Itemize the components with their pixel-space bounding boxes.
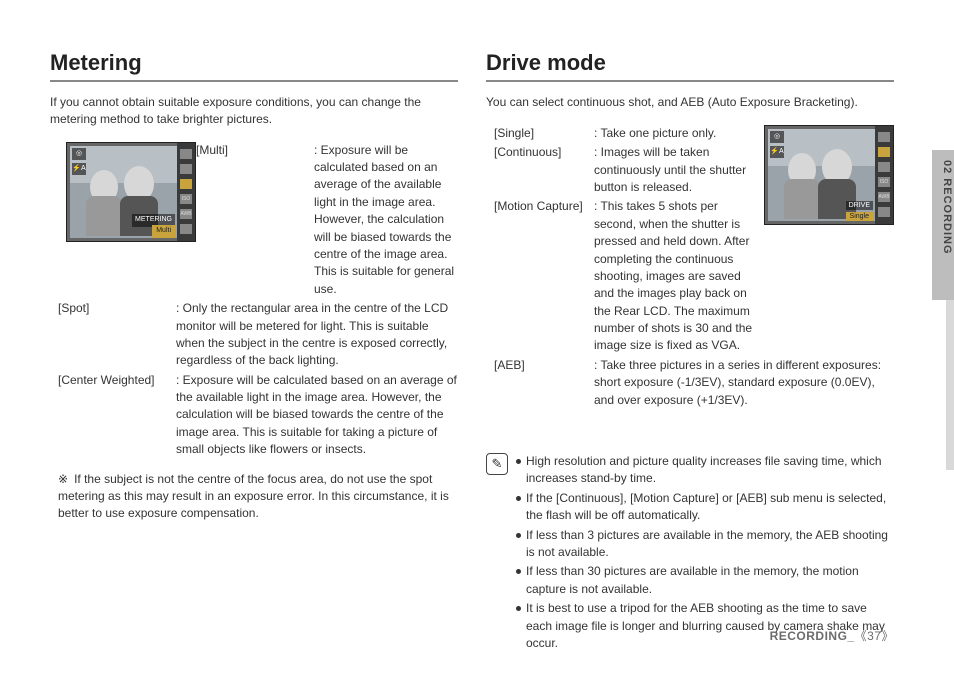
side-icon [878, 162, 890, 172]
side-icon: ISO [878, 177, 890, 187]
tip-item: High resolution and picture quality incr… [516, 453, 894, 488]
side-icon [878, 207, 890, 217]
camera-preview-drive: ◎ ⚡A ISO AWB DRIVE Single [764, 125, 894, 225]
desc: : Exposure will be calculated based on a… [314, 142, 458, 299]
note-text: If the subject is not the centre of the … [58, 472, 449, 521]
def-single: [Single] : Take one picture only. [494, 125, 756, 142]
tip-item: If the [Continuous], [Motion Capture] or… [516, 490, 894, 525]
tip-item: If less than 30 pictures are available i… [516, 563, 894, 598]
side-icon-highlight [878, 147, 890, 157]
drive-mode-section: Drive mode You can select continuous sho… [486, 50, 894, 654]
side-icon [878, 132, 890, 142]
footer-section: RECORDING_ [770, 629, 855, 643]
term: [Spot] [58, 300, 176, 370]
camera-icon: ◎ [72, 148, 86, 160]
desc: : Only the rectangular area in the centr… [176, 300, 458, 370]
tips-block: ✎ High resolution and picture quality in… [486, 453, 894, 654]
def-motion-capture: [Motion Capture] : This takes 5 shots pe… [494, 198, 756, 355]
desc: : Take three pictures in a series in dif… [594, 357, 894, 409]
desc: : This takes 5 shots per second, when th… [594, 198, 756, 355]
def-multi: ◎⚡A ISO AWB METERING Multi [Multi] : Exp… [58, 142, 458, 299]
flash-auto-icon: ⚡A [72, 163, 86, 175]
section-tab-label: 02 RECORDING [941, 160, 953, 255]
flash-auto-icon: ⚡A [770, 146, 784, 158]
side-icon: AWB [180, 209, 192, 219]
def-aeb: [AEB] : Take three pictures in a series … [494, 357, 894, 409]
side-icon [180, 224, 192, 234]
metering-section: Metering If you cannot obtain suitable e… [50, 50, 458, 654]
camera-menu-value: Multi [152, 225, 175, 237]
side-icon [180, 149, 192, 159]
term: [Continuous] [494, 144, 594, 196]
camera-preview-metering: ◎⚡A ISO AWB METERING Multi [66, 142, 196, 242]
term: [Center Weighted] [58, 372, 176, 459]
term: [Single] [494, 125, 594, 142]
side-strip [946, 300, 954, 470]
desc: : Images will be taken continuously unti… [594, 144, 756, 196]
metering-heading: Metering [50, 50, 458, 82]
desc: : Exposure will be calculated based on a… [176, 372, 458, 459]
note-icon: ✎ [486, 453, 508, 475]
term: [Multi] [196, 142, 314, 299]
camera-menu-value: Single [846, 212, 873, 221]
tip-item: If less than 3 pictures are available in… [516, 527, 894, 562]
drive-intro: You can select continuous shot, and AEB … [486, 94, 894, 111]
def-continuous: [Continuous] : Images will be taken cont… [494, 144, 756, 196]
def-spot: [Spot] : Only the rectangular area in th… [58, 300, 458, 370]
side-icon: ISO [180, 194, 192, 204]
drive-heading: Drive mode [486, 50, 894, 82]
side-icon: AWB [878, 192, 890, 202]
page-footer: RECORDING_《37》 [770, 627, 894, 644]
note-mark-icon: ※ [58, 472, 74, 486]
side-icon-highlight [180, 179, 192, 189]
def-center-weighted: [Center Weighted] : Exposure will be cal… [58, 372, 458, 459]
desc: : Take one picture only. [594, 125, 756, 142]
metering-intro: If you cannot obtain suitable exposure c… [50, 94, 458, 128]
side-icon [180, 164, 192, 174]
term: [Motion Capture] [494, 198, 594, 355]
camera-menu-title: DRIVE [846, 201, 873, 210]
metering-note: ※If the subject is not the centre of the… [50, 471, 458, 523]
term: [AEB] [494, 357, 594, 409]
footer-page: 《37》 [855, 629, 894, 643]
camera-icon: ◎ [770, 131, 784, 143]
